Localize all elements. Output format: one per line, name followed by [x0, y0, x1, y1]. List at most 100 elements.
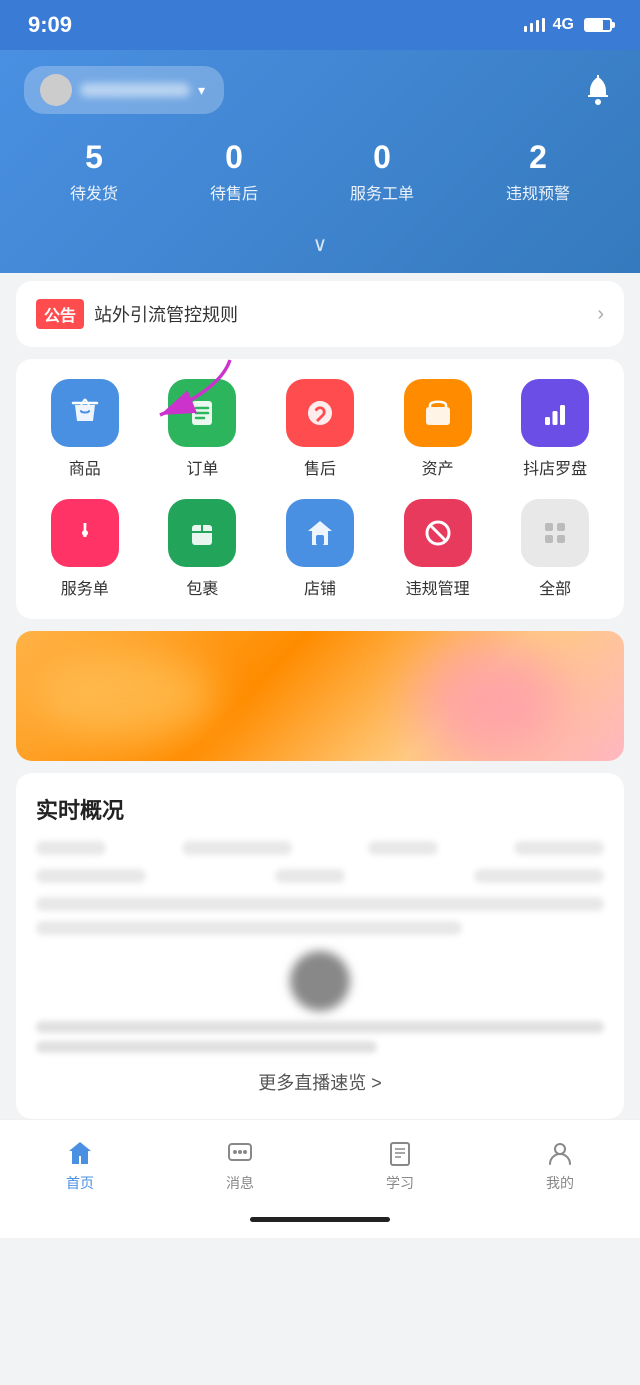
menu-item-package[interactable]: 包裹	[152, 499, 252, 599]
home-nav-label: 首页	[66, 1173, 94, 1193]
bottom-nav: 首页 消息 学习	[0, 1119, 640, 1209]
status-time: 9:09	[28, 12, 72, 38]
status-icons: 4G	[524, 16, 612, 34]
menu-grid: 商品 订单	[16, 359, 624, 619]
service-icon: !	[51, 499, 119, 567]
bell-button[interactable]	[580, 72, 616, 108]
announcement-text: 站外引流管控规则	[94, 301, 587, 327]
blur-stat-3	[368, 841, 438, 855]
package-label: 包裹	[186, 575, 218, 599]
menu-row-1: 商品 订单	[26, 379, 614, 479]
menu-item-service[interactable]: ! 服务单	[35, 499, 135, 599]
more-live-button[interactable]: 更多直播速览 >	[36, 1053, 604, 1099]
header-top: ▾	[24, 66, 616, 114]
menu-row-2: ! 服务单 包裹	[26, 499, 614, 599]
nav-mine[interactable]: 我的	[544, 1137, 576, 1193]
stat-label-1: 待售后	[210, 180, 258, 204]
stats-blur-row-1	[36, 841, 604, 855]
store-name	[80, 83, 190, 97]
chevron-down-icon: ▾	[198, 82, 205, 99]
stat-service[interactable]: 0 服务工单	[350, 138, 414, 204]
blur-stat-2	[182, 841, 292, 855]
announcement-bar[interactable]: 公告 站外引流管控规则 ›	[16, 281, 624, 347]
blur-stat-6	[275, 869, 345, 883]
store-avatar	[40, 74, 72, 106]
realtime-section: 实时概况 更多直播速览 >	[16, 773, 624, 1119]
realtime-title: 实时概况	[36, 793, 604, 825]
shop-icon	[286, 499, 354, 567]
stat-number-0: 5	[70, 138, 118, 176]
battery-icon	[584, 18, 612, 32]
mine-nav-icon	[544, 1137, 576, 1169]
menu-item-aftersale[interactable]: 售后	[270, 379, 370, 479]
store-selector[interactable]: ▾	[24, 66, 224, 114]
violation-label: 违规管理	[406, 575, 470, 599]
banner[interactable]	[16, 631, 624, 761]
violation-icon	[404, 499, 472, 567]
goods-icon	[51, 379, 119, 447]
signal-icon	[524, 18, 545, 32]
assets-label: 资产	[422, 455, 454, 479]
stat-label-3: 违规预警	[506, 180, 570, 204]
announcement-arrow-icon: ›	[597, 303, 604, 326]
learning-nav-icon	[384, 1137, 416, 1169]
blur-stat-1	[36, 841, 106, 855]
main-content: 公告 站外引流管控规则 › 商品	[0, 281, 640, 1119]
menu-item-orders[interactable]: 订单	[152, 379, 252, 479]
stat-number-1: 0	[210, 138, 258, 176]
menu-item-compass[interactable]: 抖店罗盘	[505, 379, 605, 479]
announcement-badge: 公告	[36, 299, 84, 329]
home-bar-line	[250, 1217, 390, 1222]
service-label: 服务单	[61, 575, 109, 599]
package-icon	[168, 499, 236, 567]
home-nav-icon	[64, 1137, 96, 1169]
menu-item-goods[interactable]: 商品	[35, 379, 135, 479]
bell-icon	[584, 75, 612, 105]
stat-violation[interactable]: 2 违规预警	[506, 138, 570, 204]
nav-learning[interactable]: 学习	[384, 1137, 416, 1193]
nav-home[interactable]: 首页	[64, 1137, 96, 1193]
blur-stat-5	[36, 869, 146, 883]
all-icon	[521, 499, 589, 567]
blur-chart-1	[36, 897, 604, 911]
menu-item-violation[interactable]: 违规管理	[388, 499, 488, 599]
blur-stat-4	[514, 841, 604, 855]
expand-chevron-icon: ∨	[313, 232, 328, 257]
stat-label-2: 服务工单	[350, 180, 414, 204]
messages-nav-label: 消息	[226, 1173, 254, 1193]
stat-pending-ship[interactable]: 5 待发货	[70, 138, 118, 204]
stat-number-3: 2	[506, 138, 570, 176]
network-label: 4G	[553, 16, 574, 34]
status-bar: 9:09 4G	[0, 0, 640, 50]
learning-nav-label: 学习	[386, 1173, 414, 1193]
aftersale-label: 售后	[304, 455, 336, 479]
menu-item-shop[interactable]: 店铺	[270, 499, 370, 599]
stats-row: 5 待发货 0 待售后 0 服务工单 2 违规预警	[24, 138, 616, 224]
mine-nav-label: 我的	[546, 1173, 574, 1193]
blur-stat-7	[474, 869, 604, 883]
messages-nav-icon	[224, 1137, 256, 1169]
blur-chart-2	[36, 921, 462, 935]
blur-thumbnail	[290, 951, 350, 1011]
aftersale-icon	[286, 379, 354, 447]
assets-icon	[404, 379, 472, 447]
expand-row[interactable]: ∨	[24, 224, 616, 273]
goods-label: 商品	[69, 455, 101, 479]
stat-aftersale[interactable]: 0 待售后	[210, 138, 258, 204]
stat-number-2: 0	[350, 138, 414, 176]
home-bar	[0, 1209, 640, 1238]
stat-label-0: 待发货	[70, 180, 118, 204]
menu-item-all[interactable]: 全部	[505, 499, 605, 599]
orders-icon	[168, 379, 236, 447]
menu-item-assets[interactable]: 资产	[388, 379, 488, 479]
compass-icon	[521, 379, 589, 447]
stats-blur-row-2	[36, 869, 604, 883]
blur-line-1	[36, 1021, 604, 1033]
orders-label: 订单	[186, 455, 218, 479]
all-label: 全部	[539, 575, 571, 599]
nav-messages[interactable]: 消息	[224, 1137, 256, 1193]
compass-label: 抖店罗盘	[523, 455, 587, 479]
blur-line-2	[36, 1041, 377, 1053]
svg-text:!: !	[81, 520, 88, 542]
header: ▾ 5 待发货 0 待售后 0 服务工单 2 违规预警 ∨	[0, 50, 640, 273]
